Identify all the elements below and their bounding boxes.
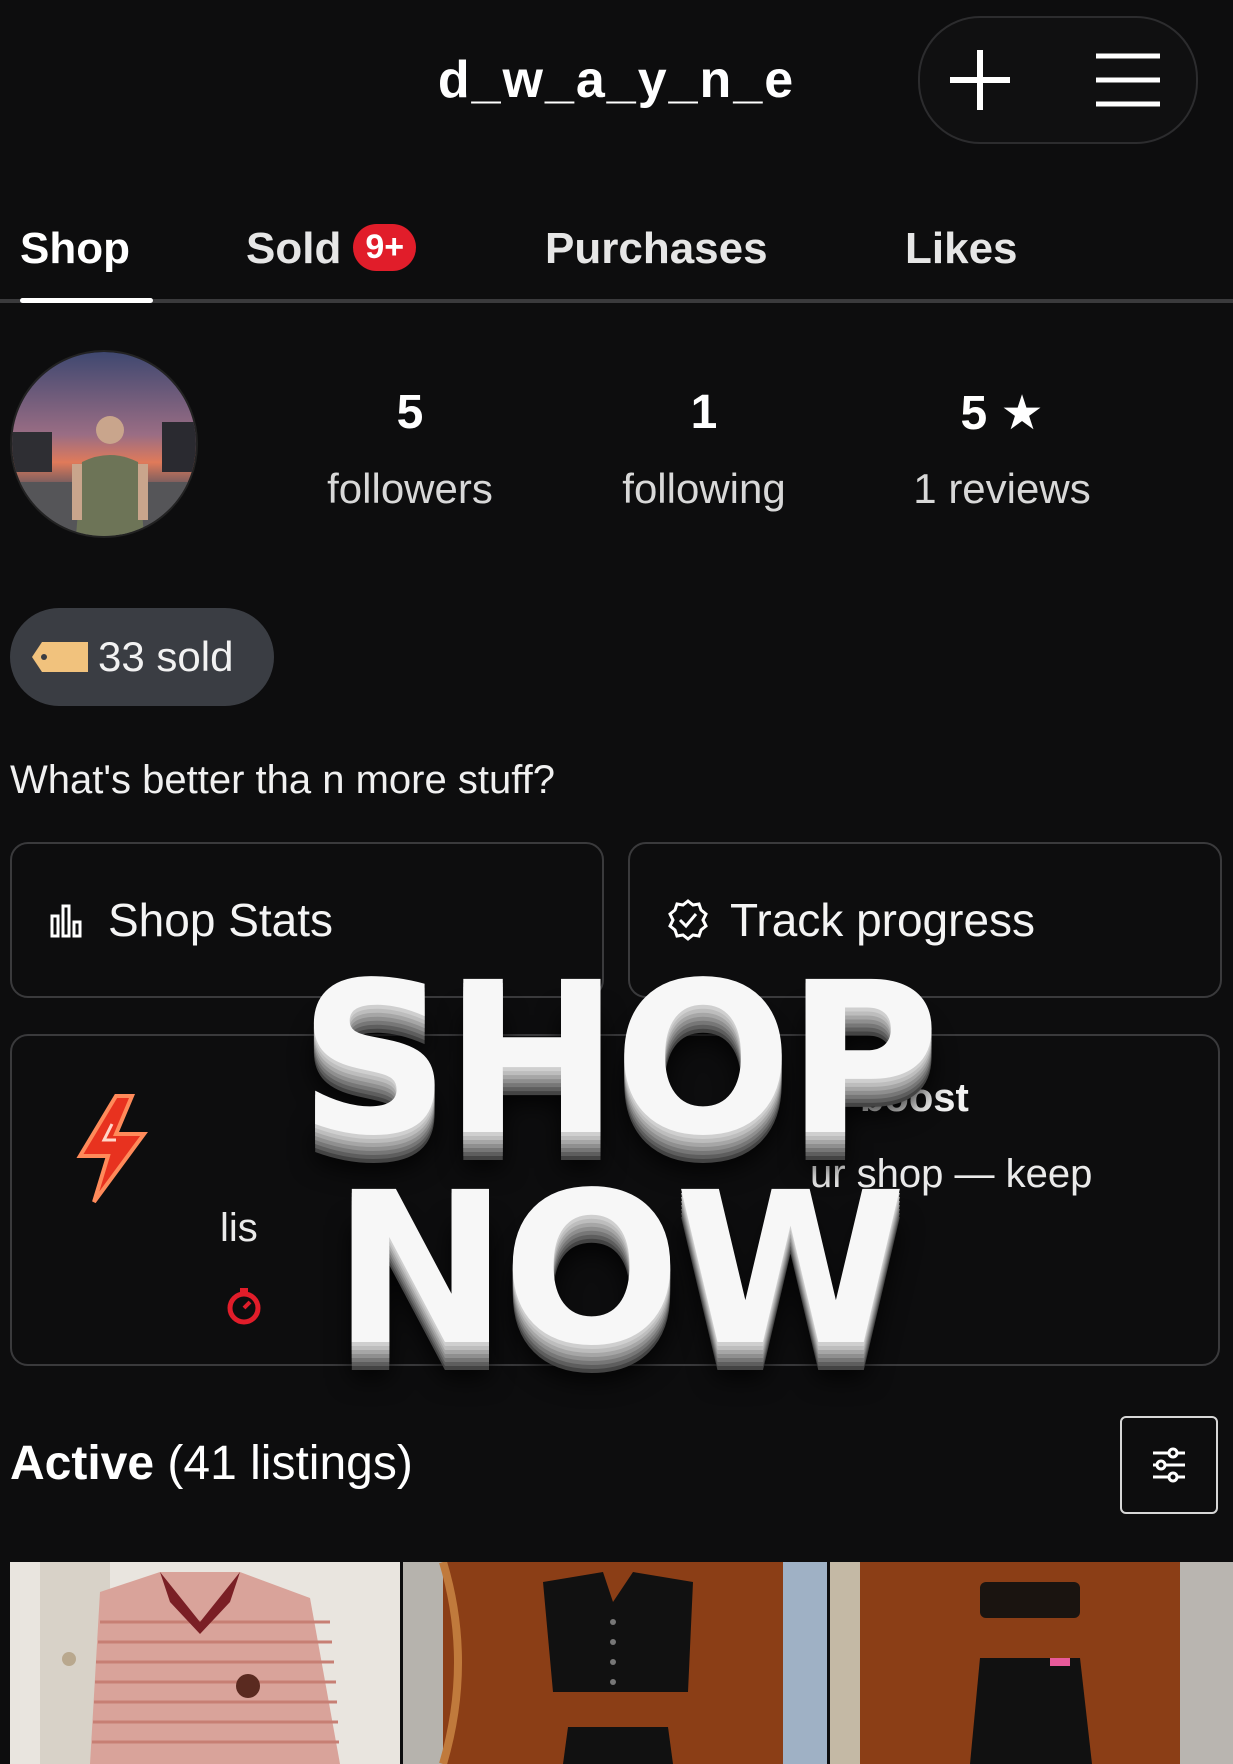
active-tab-indicator bbox=[20, 298, 153, 303]
followers-label[interactable]: followers bbox=[280, 465, 540, 513]
tab-purchases[interactable]: Purchases bbox=[545, 224, 768, 274]
active-listings-heading: Active (41 listings) bbox=[10, 1436, 413, 1491]
reviews-label[interactable]: 1 reviews bbox=[872, 465, 1132, 513]
following-label[interactable]: following bbox=[574, 465, 834, 513]
sold-count-pill: 33 sold bbox=[10, 608, 274, 706]
tab-sold-label: Sold bbox=[246, 224, 342, 273]
tab-likes[interactable]: Likes bbox=[905, 224, 1018, 274]
profile-bio: What's better tha n more stuff? bbox=[10, 758, 555, 802]
timer-icon bbox=[227, 1288, 261, 1325]
listing-thumbnail[interactable] bbox=[403, 1562, 827, 1764]
sold-badge: 9+ bbox=[353, 223, 417, 271]
tab-shop-label: Shop bbox=[20, 224, 130, 273]
track-progress-button[interactable]: Track progress bbox=[628, 842, 1222, 998]
sliders-icon bbox=[1153, 1447, 1185, 1483]
listing-thumbnail[interactable] bbox=[830, 1562, 1233, 1764]
plus-icon[interactable] bbox=[940, 40, 1020, 120]
verified-check-icon bbox=[668, 899, 708, 941]
active-label: Active bbox=[10, 1437, 155, 1490]
boost-description: ur shop — keep bbox=[810, 1152, 1093, 1196]
boost-title: boost bbox=[860, 1076, 969, 1120]
hamburger-menu-icon[interactable] bbox=[1088, 40, 1168, 120]
listings-count: (41 listings) bbox=[167, 1437, 413, 1490]
avatar[interactable] bbox=[10, 350, 198, 538]
star-icon: ★ bbox=[1000, 387, 1044, 440]
tab-purchases-label: Purchases bbox=[545, 224, 768, 273]
boost-card[interactable]: boost ur shop — keep lis bbox=[10, 1034, 1220, 1366]
following-count[interactable]: 1 bbox=[584, 385, 824, 440]
tab-sold[interactable]: Sold 9+ bbox=[246, 223, 417, 275]
boost-description-start: lis bbox=[220, 1206, 258, 1250]
followers-count[interactable]: 5 bbox=[290, 385, 530, 440]
shop-stats-label: Shop Stats bbox=[108, 894, 334, 946]
rating[interactable]: 5 ★ bbox=[882, 385, 1122, 441]
rating-value: 5 bbox=[960, 387, 988, 440]
header-actions bbox=[918, 16, 1198, 144]
tab-shop[interactable]: Shop bbox=[20, 224, 130, 274]
sold-count-label: 33 sold bbox=[98, 633, 234, 680]
listing-thumbnail[interactable] bbox=[10, 1562, 400, 1764]
bar-chart-icon bbox=[50, 904, 82, 938]
shop-stats-button[interactable]: Shop Stats bbox=[10, 842, 604, 998]
track-progress-label: Track progress bbox=[730, 894, 1036, 946]
filter-button[interactable] bbox=[1120, 1416, 1218, 1514]
tab-likes-label: Likes bbox=[905, 224, 1018, 273]
price-tag-icon bbox=[32, 642, 88, 672]
lightning-bolt-icon bbox=[76, 1094, 148, 1204]
tabs-divider bbox=[0, 299, 1233, 303]
